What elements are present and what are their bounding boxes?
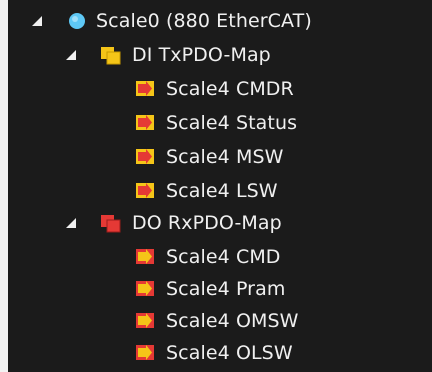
tree-item-scale4-msw[interactable]: Scale4 MSW	[8, 140, 432, 174]
tree-node-label: DI TxPDO-Map	[132, 44, 271, 66]
tree-node-di-txpdo-map[interactable]: DI TxPDO-Map	[8, 38, 432, 72]
input-variable-icon	[134, 146, 156, 168]
output-pdo-map-icon	[100, 212, 122, 234]
input-pdo-map-icon	[100, 44, 122, 66]
tree-node-scale0[interactable]: Scale0 (880 EtherCAT)	[8, 4, 432, 38]
tree-item-label: Scale4 MSW	[166, 146, 284, 168]
output-variable-icon	[134, 246, 156, 268]
tree-item-label: Scale4 OLSW	[166, 342, 293, 364]
tree-item-label: Scale4 LSW	[166, 180, 278, 202]
tree-item-scale4-status[interactable]: Scale4 Status	[8, 106, 432, 140]
tree-item-scale4-olsw[interactable]: Scale4 OLSW	[8, 336, 432, 370]
tree-item-label: Scale4 Status	[166, 112, 298, 134]
expand-arrow-icon[interactable]	[30, 14, 44, 28]
tree-node-do-rxpdo-map[interactable]: DO RxPDO-Map	[8, 206, 432, 240]
tree-item-label: Scale4 CMDR	[166, 78, 294, 100]
solution-tree: Scale0 (880 EtherCAT) DI TxPDO-Map Scale…	[8, 0, 432, 372]
tree-item-scale4-cmd[interactable]: Scale4 CMD	[8, 240, 432, 274]
input-variable-icon	[134, 180, 156, 202]
tree-item-scale4-lsw[interactable]: Scale4 LSW	[8, 174, 432, 208]
tree-item-label: Scale4 CMD	[166, 246, 281, 268]
tree-node-label: Scale0 (880 EtherCAT)	[96, 10, 312, 32]
input-variable-icon	[134, 78, 156, 100]
tree-item-scale4-pram[interactable]: Scale4 Pram	[8, 272, 432, 306]
tree-item-scale4-omsw[interactable]: Scale4 OMSW	[8, 304, 432, 338]
tree-node-label: DO RxPDO-Map	[132, 212, 282, 234]
tree-item-label: Scale4 Pram	[166, 278, 286, 300]
output-variable-icon	[134, 310, 156, 332]
expand-arrow-icon[interactable]	[64, 216, 78, 230]
output-variable-icon	[134, 278, 156, 300]
tree-item-scale4-cmdr[interactable]: Scale4 CMDR	[8, 72, 432, 106]
output-variable-icon	[134, 342, 156, 364]
ethercat-device-icon	[66, 10, 88, 32]
input-variable-icon	[134, 112, 156, 134]
expand-arrow-icon[interactable]	[64, 48, 78, 62]
tree-item-label: Scale4 OMSW	[166, 310, 299, 332]
